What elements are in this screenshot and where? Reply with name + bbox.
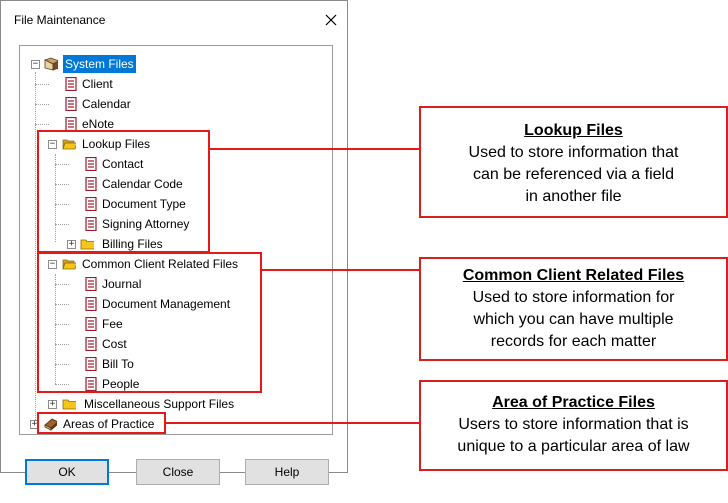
document-icon [65,77,77,91]
callout-heading: Lookup Files [524,122,623,139]
common-highlight-box [37,252,262,393]
areas-highlight-box [37,412,166,434]
expand-toggle[interactable]: + [48,400,57,409]
folder-icon [62,399,76,410]
common-callout: Common Client Related Files Used to stor… [419,257,728,361]
callout-text: can be referenced via a field [472,166,674,183]
callout-heading: Area of Practice Files [492,394,655,411]
callout-text: Users to store information that is [458,416,689,433]
collapse-toggle[interactable]: − [31,60,40,69]
help-button[interactable]: Help [245,459,329,485]
ok-button[interactable]: OK [25,459,109,485]
title-bar: File Maintenance [1,1,347,35]
close-button[interactable]: Close [136,459,220,485]
lookup-connector-line [210,148,419,150]
document-icon [65,117,77,131]
callout-text: records for each matter [490,333,657,350]
tree-node-label: Miscellaneous Support Files [84,397,235,411]
tree-line [35,72,36,426]
dialog-title: File Maintenance [14,13,106,27]
tree-line [35,124,49,125]
tree-line [35,84,49,85]
tree-node-label: System Files [63,55,136,73]
tree-line [35,104,49,105]
document-icon [65,97,77,111]
callout-text: in another file [525,188,622,205]
lookup-highlight-box [37,130,210,253]
book-open-icon [44,57,58,71]
callout-heading: Common Client Related Files [462,267,685,284]
callout-text: which you can have multiple [473,311,674,328]
common-connector-line [262,269,419,271]
close-window-button[interactable] [319,9,343,31]
areas-callout: Area of Practice Files Users to store in… [419,380,728,471]
lookup-callout: Lookup Files Used to store information t… [419,106,728,218]
callout-text: unique to a particular area of law [457,438,690,455]
tree-node-label: Client [82,77,113,91]
tree-node-label: Calendar [82,97,131,111]
close-icon [325,14,337,26]
callout-text: Used to store information that [468,144,679,161]
areas-connector-line [166,422,419,424]
callout-text: Used to store information for [472,289,675,306]
